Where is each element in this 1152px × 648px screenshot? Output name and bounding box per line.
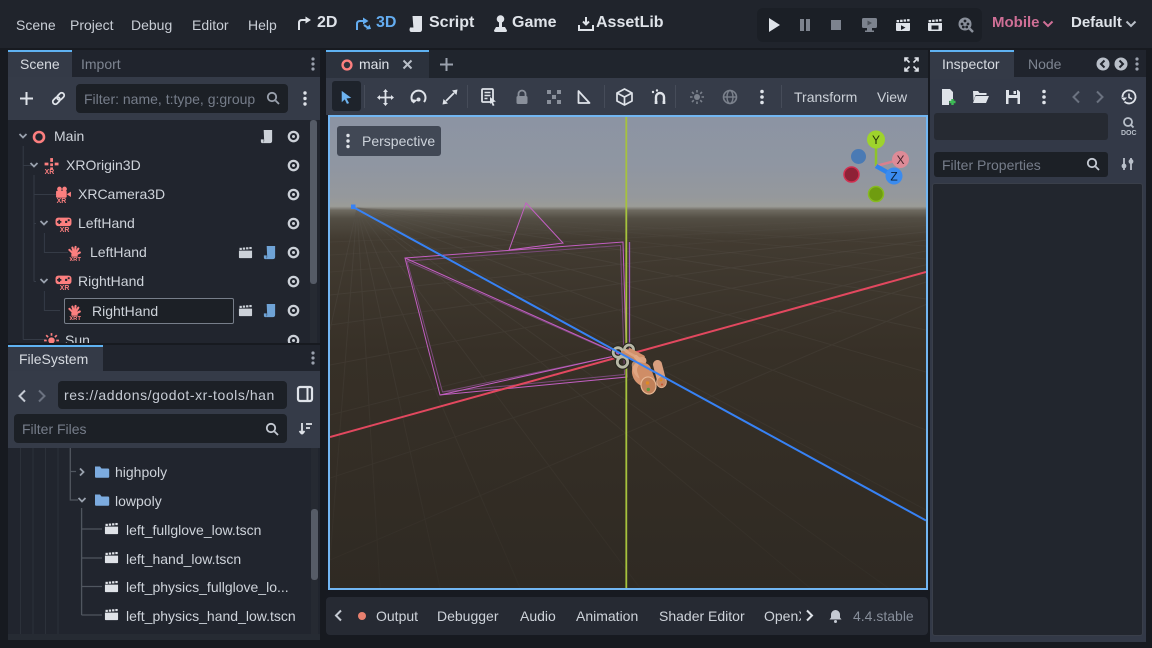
- svg-text:X: X: [896, 153, 904, 167]
- svg-text:Z: Z: [890, 170, 897, 184]
- svg-text:Y: Y: [872, 133, 880, 147]
- svg-text:DOC: DOC: [1121, 130, 1137, 137]
